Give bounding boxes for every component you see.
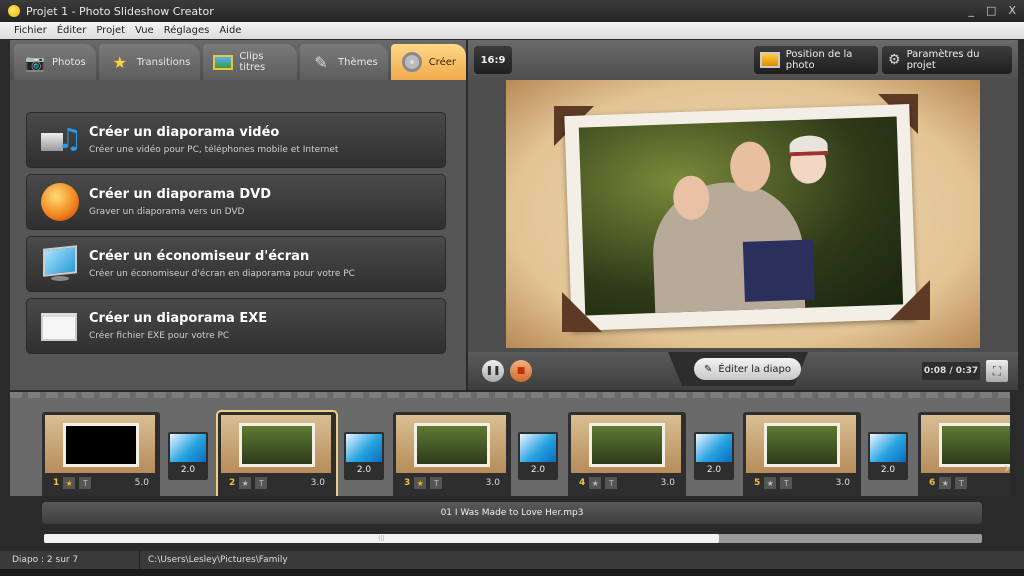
option-title: Créer un diaporama DVD	[89, 187, 271, 202]
star-icon[interactable]: ★	[764, 477, 777, 489]
film-reel-icon	[401, 52, 423, 72]
video-music-icon: ♫	[41, 121, 82, 159]
gear-icon: ⚙	[888, 52, 901, 68]
folder-path: C:\Users\Lesley\Pictures\Family	[148, 555, 288, 565]
photo-position-icon	[760, 52, 780, 68]
music-track-bar[interactable]: 01 I Was Made to Love Her.mp3	[42, 502, 982, 524]
aspect-ratio-button[interactable]: 16:9	[474, 46, 512, 74]
text-icon[interactable]: T	[430, 477, 443, 489]
menu-reglages[interactable]: Réglages	[164, 25, 210, 36]
time-display: 0:08 / 0:37	[922, 362, 980, 380]
option-title: Créer un économiseur d'écran	[89, 249, 310, 264]
bottom-strip	[0, 569, 1024, 576]
slide-thumbnail[interactable]: 4 ★ T 3.0	[568, 412, 686, 496]
maximize-button[interactable]: □	[986, 4, 996, 17]
app-icon	[8, 5, 20, 17]
star-icon[interactable]: ★	[939, 477, 952, 489]
photo-position-button[interactable]: Position de la photo	[754, 46, 878, 74]
menu-aide[interactable]: Aide	[219, 25, 241, 36]
window-title: Projet 1 - Photo Slideshow Creator	[26, 4, 214, 18]
transition-thumbnail[interactable]: 2.0	[694, 432, 734, 480]
tab-bar: 📷 Photos ★ Transitions Clips titres ✎ Thème…	[10, 40, 466, 80]
slide-timeline: 1 ★ T 5.0 2.0 2 ★ T 3.0 2.0 3 ★ T 3.0 2.0 4 ★ T 3.0 …	[10, 392, 1010, 496]
pause-button[interactable]: ❚❚	[482, 360, 504, 382]
create-dvd-option[interactable]: Créer un diaporama DVD Graver un diaporam…	[26, 174, 446, 230]
pencil-icon: ✎	[704, 363, 713, 375]
slide-preview	[506, 80, 980, 348]
menu-editer[interactable]: Éditer	[57, 25, 87, 36]
brush-icon: ✎	[314, 52, 328, 72]
tab-clips-titres[interactable]: Clips titres	[203, 44, 297, 80]
transition-thumbnail[interactable]: 2.0	[518, 432, 558, 480]
slide-thumbnail[interactable]: 2 ★ T 3.0	[216, 410, 338, 496]
transition-thumbnail[interactable]: 2.0	[168, 432, 208, 480]
status-bar: Diapo : 2 sur 7 C:\Users\Lesley\Pictures…	[0, 551, 1024, 569]
project-settings-button[interactable]: ⚙ Paramètres du projet	[882, 46, 1012, 74]
option-desc: Créer un économiseur d'écran en diaporam…	[89, 269, 355, 279]
photo-frame	[564, 104, 917, 331]
player-controls: ❚❚ ■ ✎ Éditer la diapo 0:08 / 0:37 ⛶	[468, 352, 1018, 390]
minimize-button[interactable]: _	[969, 4, 975, 17]
scrollbar-thumb[interactable]: |||	[44, 534, 720, 543]
option-desc: Graver un diaporama vers un DVD	[89, 207, 245, 217]
stop-button[interactable]: ■	[510, 360, 532, 382]
picture-icon	[213, 52, 234, 72]
menu-bar: Fichier Éditer Projet Vue Réglages Aide	[0, 22, 1024, 39]
slide-counter: Diapo : 2 sur 7	[0, 551, 140, 569]
create-options: ♫ Créer un diaporama vidéo Créer une vidé…	[26, 112, 446, 360]
tab-themes[interactable]: ✎ Thèmes	[300, 44, 388, 80]
star-icon: ★	[112, 52, 127, 72]
scroll-right-icon[interactable]: ›	[1004, 458, 1010, 477]
preview-panel: 16:9 Position de la photo ⚙ Paramètres d…	[468, 40, 1018, 390]
option-desc: Créer une vidéo pour PC, téléphones mobi…	[89, 145, 339, 155]
star-icon[interactable]: ★	[589, 477, 602, 489]
option-desc: Créer fichier EXE pour votre PC	[89, 331, 230, 341]
slide-thumbnail[interactable]: 1 ★ T 5.0	[42, 412, 160, 496]
create-video-option[interactable]: ♫ Créer un diaporama vidéo Créer une vidé…	[26, 112, 446, 168]
camera-icon: 📷	[25, 52, 45, 72]
slide-thumbnail[interactable]: 5 ★ T 3.0	[743, 412, 861, 496]
fullscreen-button[interactable]: ⛶	[986, 360, 1008, 382]
tab-creer[interactable]: Créer	[390, 44, 466, 80]
tab-transitions[interactable]: ★ Transitions	[98, 44, 201, 80]
menu-vue[interactable]: Vue	[135, 25, 154, 36]
create-exe-option[interactable]: Créer un diaporama EXE Créer fichier EXE …	[26, 298, 446, 354]
star-icon[interactable]: ★	[239, 477, 252, 489]
text-icon[interactable]: T	[79, 477, 92, 489]
family-photo	[578, 116, 904, 316]
title-bar: Projet 1 - Photo Slideshow Creator _ □ X	[0, 0, 1024, 22]
close-button[interactable]: X	[1008, 4, 1016, 17]
star-icon[interactable]: ★	[63, 477, 76, 489]
window-icon	[41, 307, 79, 345]
transition-thumbnail[interactable]: 2.0	[868, 432, 908, 480]
text-icon[interactable]: T	[255, 477, 268, 489]
menu-projet[interactable]: Projet	[96, 25, 125, 36]
create-screensaver-option[interactable]: Créer un économiseur d'écran Créer un éco…	[26, 236, 446, 292]
transition-thumbnail[interactable]: 2.0	[344, 432, 384, 480]
option-title: Créer un diaporama vidéo	[89, 125, 280, 140]
option-title: Créer un diaporama EXE	[89, 311, 268, 326]
edit-slide-button[interactable]: ✎ Éditer la diapo	[694, 358, 802, 380]
monitor-icon	[41, 245, 79, 283]
star-icon[interactable]: ★	[414, 477, 427, 489]
menu-fichier[interactable]: Fichier	[14, 25, 47, 36]
preview-toolbar: 16:9 Position de la photo ⚙ Paramètres d…	[468, 40, 1018, 80]
slide-thumbnail[interactable]: 3 ★ T 3.0	[393, 412, 511, 496]
slide-thumbnail[interactable]: 6 ★ T	[918, 412, 1010, 496]
text-icon[interactable]: T	[955, 477, 968, 489]
text-icon[interactable]: T	[780, 477, 793, 489]
left-panel: 📷 Photos ★ Transitions Clips titres ✎ Thème…	[10, 40, 466, 390]
text-icon[interactable]: T	[605, 477, 618, 489]
timeline-scrollbar[interactable]: |||	[44, 534, 982, 543]
dvd-disc-icon	[41, 183, 79, 221]
tab-photos[interactable]: 📷 Photos	[14, 44, 96, 80]
